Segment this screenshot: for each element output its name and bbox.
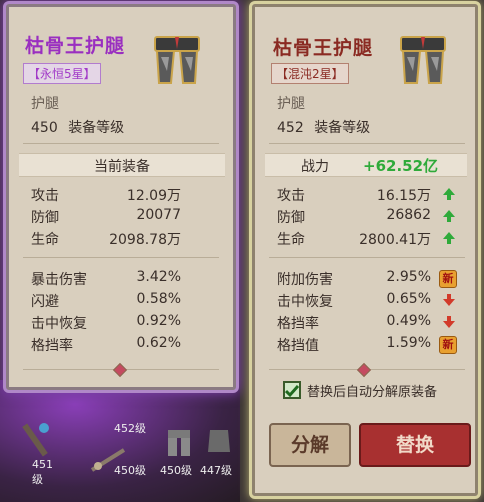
- extra-value-4: 0.62%: [136, 335, 181, 351]
- new-badge: 新: [439, 336, 457, 354]
- stat-name-hp: 生命: [31, 232, 59, 248]
- power-label: 战力: [301, 159, 329, 175]
- stat-value-defense: 20077: [136, 207, 181, 223]
- auto-decompose-checkbox[interactable]: [283, 381, 301, 399]
- extra-name-1: 附加伤害: [277, 272, 333, 288]
- candidate-level-label: 装备等级: [314, 120, 371, 136]
- extra-value-4: 1.59%: [386, 335, 431, 351]
- extra-value-1: 2.95%: [386, 269, 431, 285]
- inventory-slot-4[interactable]: 450级: [160, 428, 200, 478]
- ornament-diamond: [356, 362, 372, 378]
- up-arrow-icon: [443, 188, 455, 200]
- inventory-slot-2[interactable]: 452级: [74, 412, 164, 442]
- down-arrow-icon: [443, 316, 455, 328]
- staff-icon: [22, 423, 49, 457]
- extra-name-2: 闪避: [31, 294, 59, 310]
- stat-value-attack: 16.15万: [376, 188, 431, 204]
- current-section-label: 当前装备: [94, 159, 150, 175]
- inventory-level-1: 451级: [32, 458, 53, 486]
- divider: [23, 143, 219, 144]
- inventory-level-3: 450级: [114, 464, 146, 477]
- current-item-type: 护腿: [31, 96, 59, 112]
- leg-armor-icon: [400, 36, 446, 84]
- stat-name-defense: 防御: [31, 210, 59, 226]
- extra-name-4: 格挡率: [31, 338, 73, 354]
- inventory-slot-5[interactable]: 447级: [200, 426, 240, 477]
- replace-button[interactable]: 替换: [359, 423, 471, 467]
- stat-value-attack: 12.09万: [126, 188, 181, 204]
- extra-name-4: 格挡值: [277, 338, 319, 354]
- current-item-name: 枯骨王护腿: [25, 35, 126, 57]
- inventory-level-5: 447级: [200, 464, 232, 477]
- current-level-value: 450: [31, 120, 58, 136]
- divider: [269, 257, 465, 258]
- current-item-level: 450 装备等级: [31, 117, 124, 137]
- check-icon: [284, 385, 300, 398]
- candidate-item-grade: 【混沌2星】: [271, 63, 349, 84]
- gauntlet-icon: [208, 430, 230, 452]
- candidate-equipment-card: 枯骨王护腿 【混沌2星】 护腿 452 装备等级 战力 +62.52亿 攻击 1…: [252, 4, 478, 496]
- extra-value-1: 3.42%: [136, 269, 181, 285]
- extra-name-3: 击中恢复: [31, 316, 87, 332]
- divider: [23, 257, 219, 258]
- extra-name-3: 格挡率: [277, 316, 319, 332]
- extra-value-2: 0.58%: [136, 291, 181, 307]
- candidate-level-value: 452: [277, 120, 304, 136]
- inventory-level-2: 452级: [114, 422, 146, 435]
- extra-name-2: 击中恢复: [277, 294, 333, 310]
- stat-name-attack: 攻击: [31, 188, 59, 204]
- down-arrow-icon: [443, 294, 455, 306]
- current-section-band: 当前装备: [19, 153, 225, 177]
- power-band: 战力 +62.52亿: [265, 153, 467, 177]
- ornament-diamond: [112, 362, 128, 378]
- stat-name-defense: 防御: [277, 210, 305, 226]
- extra-value-2: 0.65%: [386, 291, 431, 307]
- candidate-item-level: 452 装备等级: [277, 117, 370, 137]
- up-arrow-icon: [443, 232, 455, 244]
- stat-name-hp: 生命: [277, 232, 305, 248]
- stat-value-hp: 2800.41万: [359, 232, 431, 248]
- stat-name-attack: 攻击: [277, 188, 305, 204]
- auto-decompose-label: 替换后自动分解原装备: [307, 385, 438, 400]
- up-arrow-icon: [443, 210, 455, 222]
- new-badge: 新: [439, 270, 457, 288]
- candidate-item-name: 枯骨王护腿: [273, 37, 374, 59]
- auto-decompose-option[interactable]: 替换后自动分解原装备: [283, 379, 473, 401]
- decompose-button[interactable]: 分解: [269, 423, 351, 467]
- current-equipment-card: 枯骨王护腿 【永恒5星】 护腿 450 装备等级 当前装备 攻击 12.09万 …: [6, 4, 236, 390]
- leg-armor-small-icon: [168, 430, 190, 456]
- divider: [269, 143, 465, 144]
- current-item-grade: 【永恒5星】: [23, 63, 101, 84]
- leg-armor-icon: [154, 36, 200, 84]
- power-value: +62.52亿: [363, 157, 439, 175]
- inventory-slot-3[interactable]: 450级: [88, 446, 152, 496]
- stat-value-hp: 2098.78万: [109, 232, 181, 248]
- extra-name-1: 暴击伤害: [31, 272, 87, 288]
- stat-value-defense: 26862: [386, 207, 431, 223]
- current-level-label: 装备等级: [68, 120, 125, 136]
- inventory-slot-1[interactable]: 451级: [10, 420, 60, 486]
- extra-value-3: 0.92%: [136, 313, 181, 329]
- extra-value-3: 0.49%: [386, 313, 431, 329]
- inventory-level-4: 450级: [160, 464, 192, 477]
- candidate-item-type: 护腿: [277, 96, 305, 112]
